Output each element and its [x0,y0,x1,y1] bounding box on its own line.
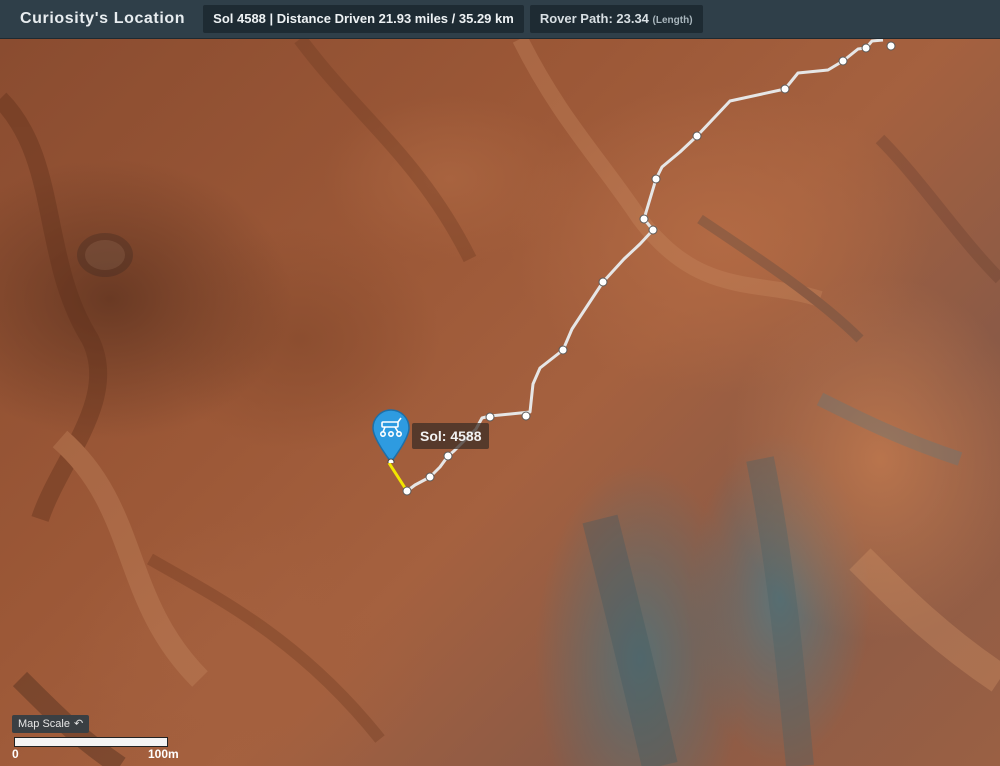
scale-start-label: 0 [12,747,19,761]
terrain-and-path [0,39,1000,766]
waypoint [443,451,453,461]
scale-end-label: 100m [148,747,179,761]
rover-path-unit: (Length) [652,15,693,26]
waypoint [402,486,412,496]
sol-distance-chip: Sol 4588 | Distance Driven 21.93 miles /… [203,5,524,33]
rover-location-marker[interactable] [371,409,411,463]
map-view[interactable]: Sol: 4588 Map Scale ↶ 0 100m [0,39,1000,766]
map-scale: Map Scale ↶ 0 100m [12,715,212,763]
waypoint [838,56,848,66]
waypoint [598,277,608,287]
waypoint [648,225,658,235]
app-title: Curiosity's Location [20,10,186,27]
scale-bar [14,737,168,747]
rover-path-chip: Rover Path: 23.34 (Length) [529,5,703,33]
waypoint [651,174,661,184]
waypoint [692,131,702,141]
waypoint [558,345,568,355]
map-scale-label: Map Scale [18,718,70,730]
waypoint [861,43,871,53]
last-leg-line [387,462,409,492]
terrain-texture [0,39,1000,766]
waypoint [521,411,531,421]
waypoint [485,412,495,422]
rover-path-label: Rover Path: 23.34 [539,11,649,26]
waypoint [780,84,790,94]
waypoint [639,214,649,224]
top-bar: Curiosity's Location Sol 4588 | Distance… [0,0,1000,39]
sol-label: Sol: 4588 [412,423,490,449]
waypoint [886,41,896,51]
map-scale-button[interactable]: Map Scale ↶ [12,715,90,733]
undo-icon: ↶ [73,718,84,730]
waypoint [425,472,435,482]
